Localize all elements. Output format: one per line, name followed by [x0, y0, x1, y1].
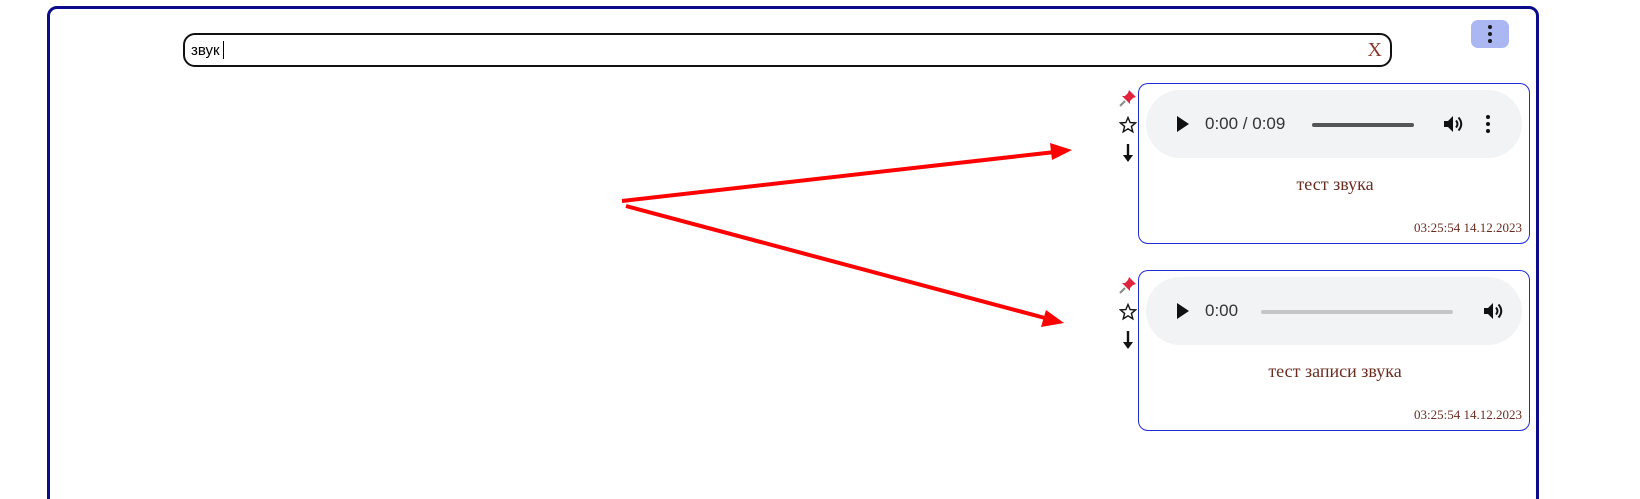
record-card: 0:00 / 0:09 тест звука 03:25:54 14.12.20…	[1138, 83, 1530, 244]
play-button[interactable]	[1171, 112, 1195, 136]
volume-button[interactable]	[1442, 112, 1466, 136]
download-icon	[1123, 144, 1133, 162]
progress-slider[interactable]	[1312, 123, 1414, 127]
annotation-arrow-upper	[621, 150, 1056, 203]
record-title: тест записи звука	[1268, 361, 1402, 381]
play-icon	[1177, 116, 1189, 132]
more-vertical-icon	[1486, 115, 1490, 133]
record-actions	[1117, 87, 1139, 167]
play-icon	[1177, 303, 1189, 319]
annotation-arrow-lower	[625, 204, 1046, 320]
download-button[interactable]	[1117, 329, 1139, 351]
volume-icon	[1484, 303, 1503, 319]
progress-slider[interactable]	[1261, 310, 1453, 314]
player-time: 0:00 / 0:09	[1205, 114, 1286, 133]
star-icon	[1119, 116, 1137, 134]
record-actions	[1117, 274, 1139, 354]
record-title: тест звука	[1296, 174, 1374, 194]
page: X	[0, 0, 1640, 499]
download-button[interactable]	[1117, 142, 1139, 164]
record-timestamp: 03:25:54 14.12.2023	[1414, 220, 1522, 235]
pin-icon	[1119, 277, 1136, 294]
player-time: 0:00	[1205, 301, 1239, 320]
favorite-button[interactable]	[1117, 114, 1139, 136]
star-icon	[1119, 303, 1137, 321]
player-more-button[interactable]	[1476, 112, 1500, 136]
download-icon	[1123, 331, 1133, 349]
audio-player: 0:00 / 0:09	[1146, 90, 1522, 158]
annotation-arrowhead-upper	[1050, 143, 1072, 160]
pin-icon	[1119, 90, 1136, 107]
record-timestamp: 03:25:54 14.12.2023	[1414, 407, 1522, 422]
volume-icon	[1444, 116, 1463, 132]
audio-player: 0:00	[1146, 277, 1522, 345]
play-button[interactable]	[1171, 299, 1195, 323]
volume-button[interactable]	[1482, 299, 1506, 323]
record-card: 0:00 тест записи звука 03:25:54 14.12.20…	[1138, 270, 1530, 431]
pin-button[interactable]	[1117, 87, 1139, 109]
pin-button[interactable]	[1117, 274, 1139, 296]
favorite-button[interactable]	[1117, 301, 1139, 323]
annotation-arrowhead-lower	[1041, 310, 1064, 327]
